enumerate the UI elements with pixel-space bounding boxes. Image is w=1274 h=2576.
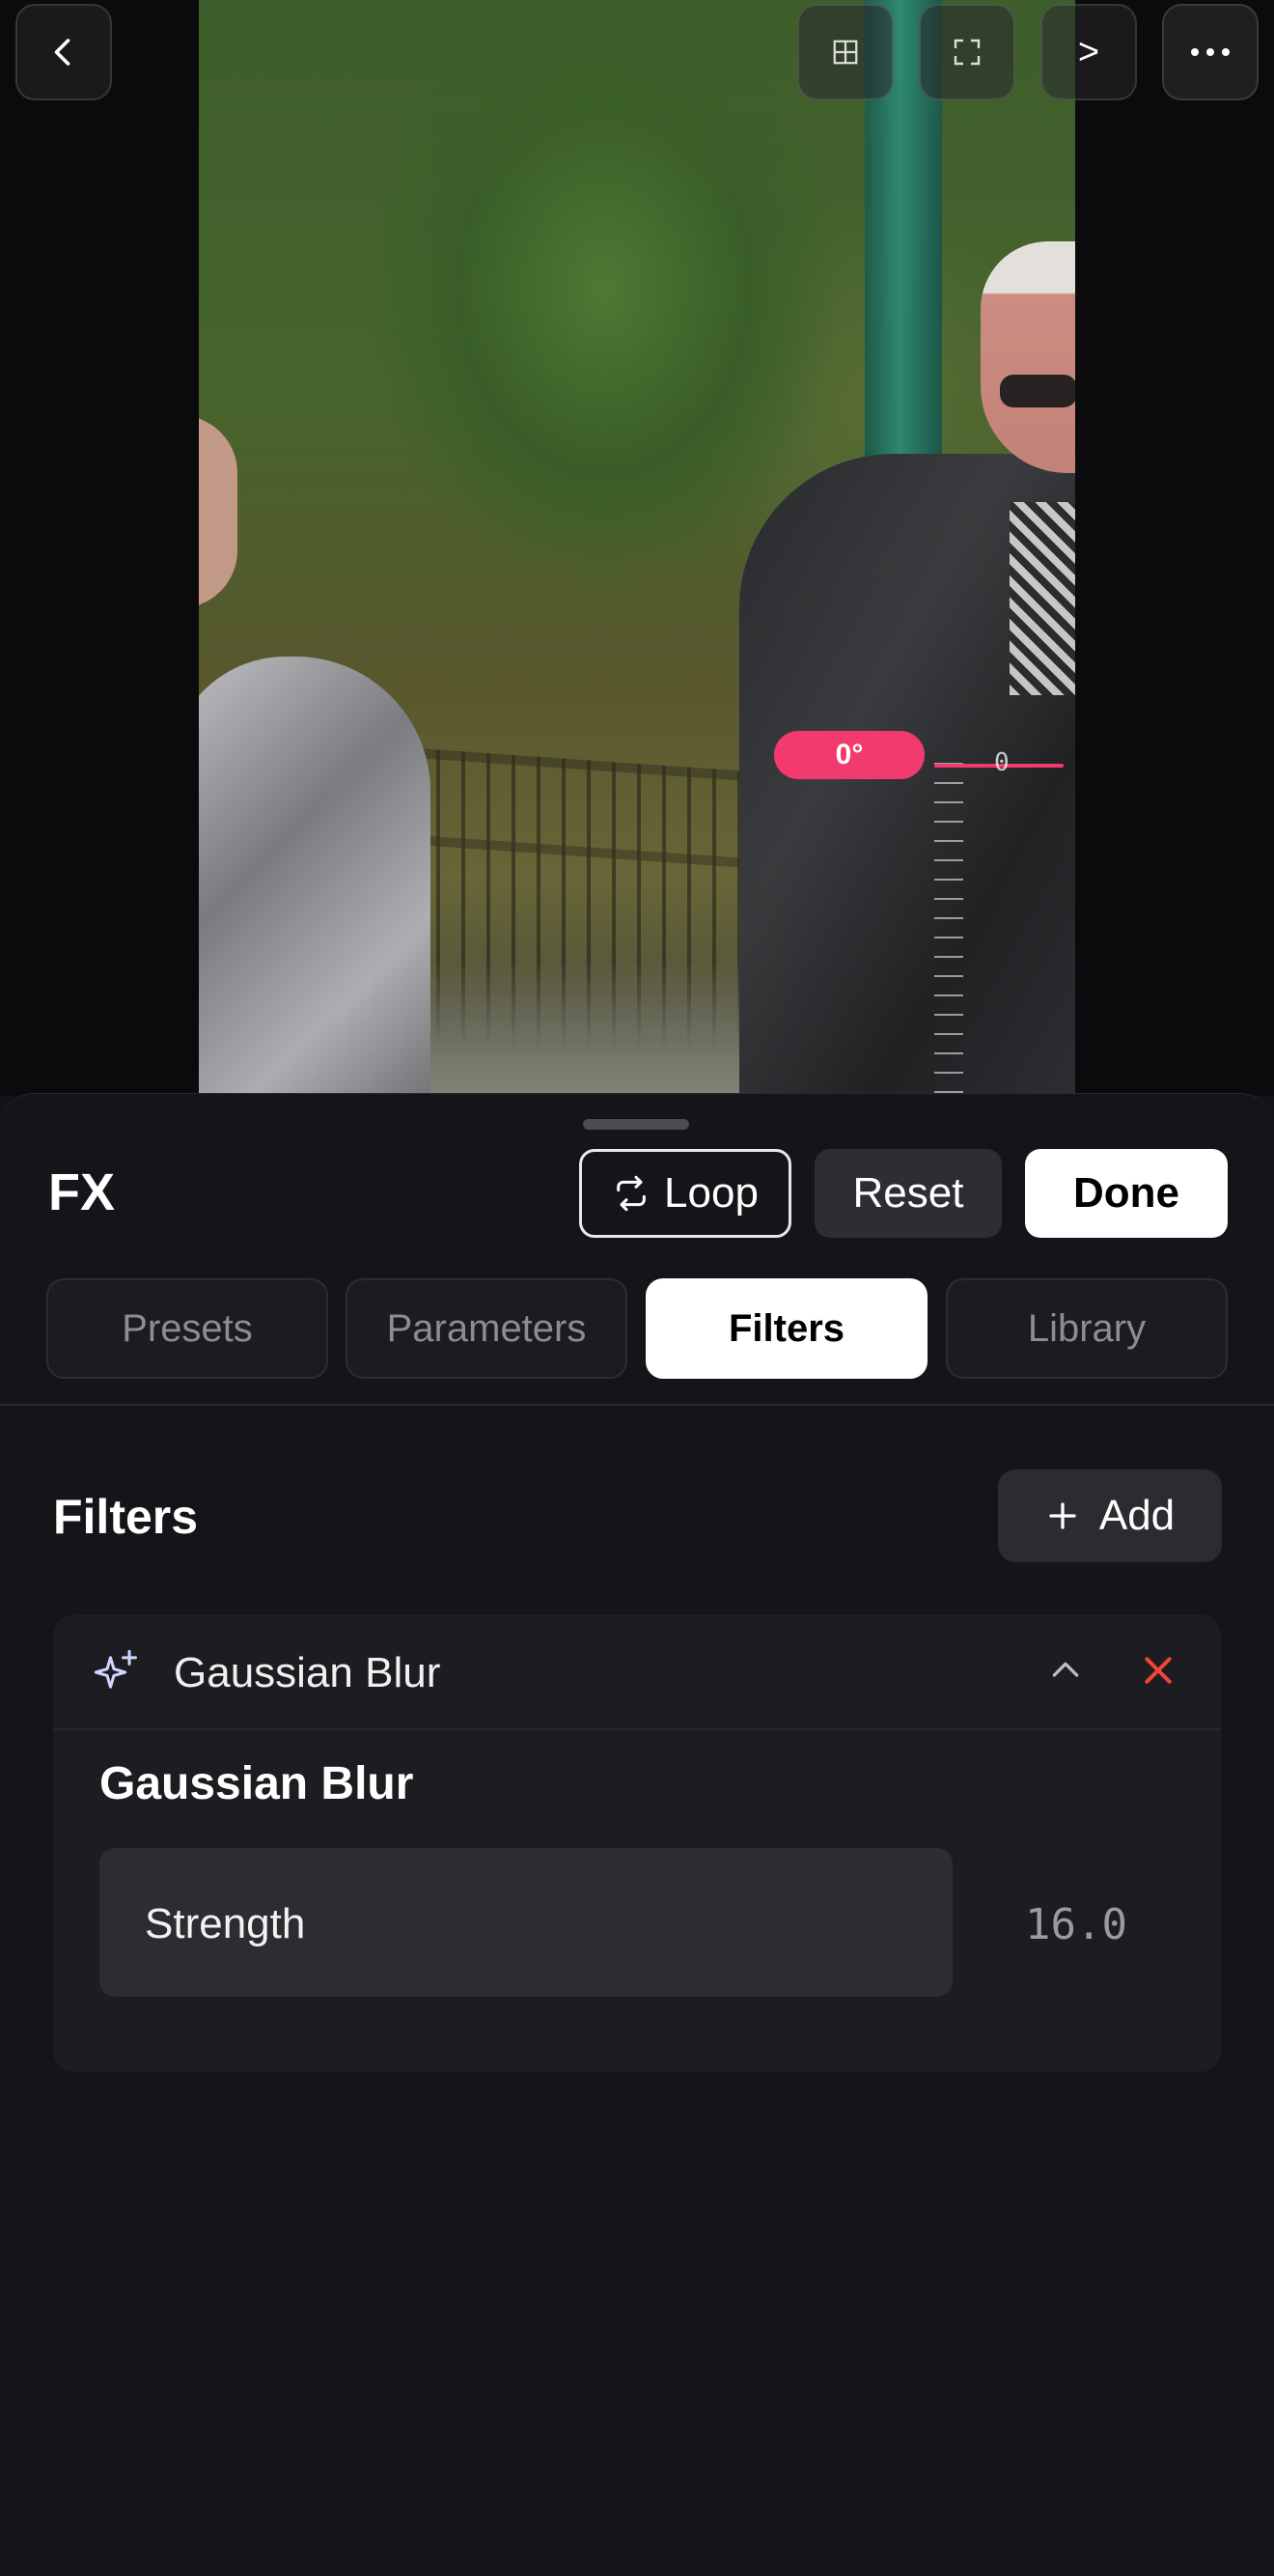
- grid-toggle-button[interactable]: [797, 4, 894, 100]
- next-icon: >: [1077, 31, 1100, 72]
- more-icon: [1191, 48, 1230, 56]
- add-label: Add: [1098, 1492, 1176, 1539]
- expand-icon: [954, 39, 981, 66]
- close-icon[interactable]: [1139, 1651, 1177, 1690]
- drag-handle[interactable]: [583, 1119, 689, 1130]
- back-chevron-icon: [54, 39, 70, 66]
- video-preview-stage: 0 0° >: [0, 0, 1274, 1096]
- strength-label: Strength: [145, 1900, 306, 1947]
- grid-icon: [833, 40, 858, 65]
- tabs-divider: [0, 1404, 1274, 1406]
- tab-presets[interactable]: Presets: [46, 1278, 328, 1379]
- next-button[interactable]: >: [1040, 4, 1137, 100]
- loop-button[interactable]: Loop: [579, 1149, 791, 1238]
- ruler-zero-label: 0: [994, 748, 1010, 777]
- rotation-angle-badge[interactable]: 0°: [774, 731, 925, 779]
- loop-icon: [617, 1175, 646, 1212]
- back-button[interactable]: [15, 4, 112, 100]
- sparkle-icon: [94, 1649, 138, 1689]
- filter-name: Gaussian Blur: [174, 1649, 441, 1696]
- add-filter-button[interactable]: Add: [998, 1470, 1222, 1562]
- tab-filters[interactable]: Filters: [646, 1278, 928, 1379]
- done-button[interactable]: Done: [1025, 1149, 1228, 1238]
- reset-button[interactable]: Reset: [815, 1149, 1002, 1238]
- plus-icon: [1049, 1502, 1076, 1529]
- strength-value[interactable]: 16.0: [965, 1900, 1187, 1949]
- section-title: Filters: [53, 1490, 199, 1544]
- panel-title: FX: [48, 1163, 116, 1221]
- rotation-ruler[interactable]: [934, 763, 963, 1096]
- fullscreen-button[interactable]: [919, 4, 1015, 100]
- loop-label: Loop: [664, 1169, 759, 1217]
- more-options-button[interactable]: [1162, 4, 1259, 100]
- chevron-up-icon[interactable]: [1046, 1651, 1085, 1690]
- tab-parameters[interactable]: Parameters: [346, 1278, 627, 1379]
- filter-detail-title: Gaussian Blur: [99, 1758, 414, 1809]
- tab-library[interactable]: Library: [946, 1278, 1228, 1379]
